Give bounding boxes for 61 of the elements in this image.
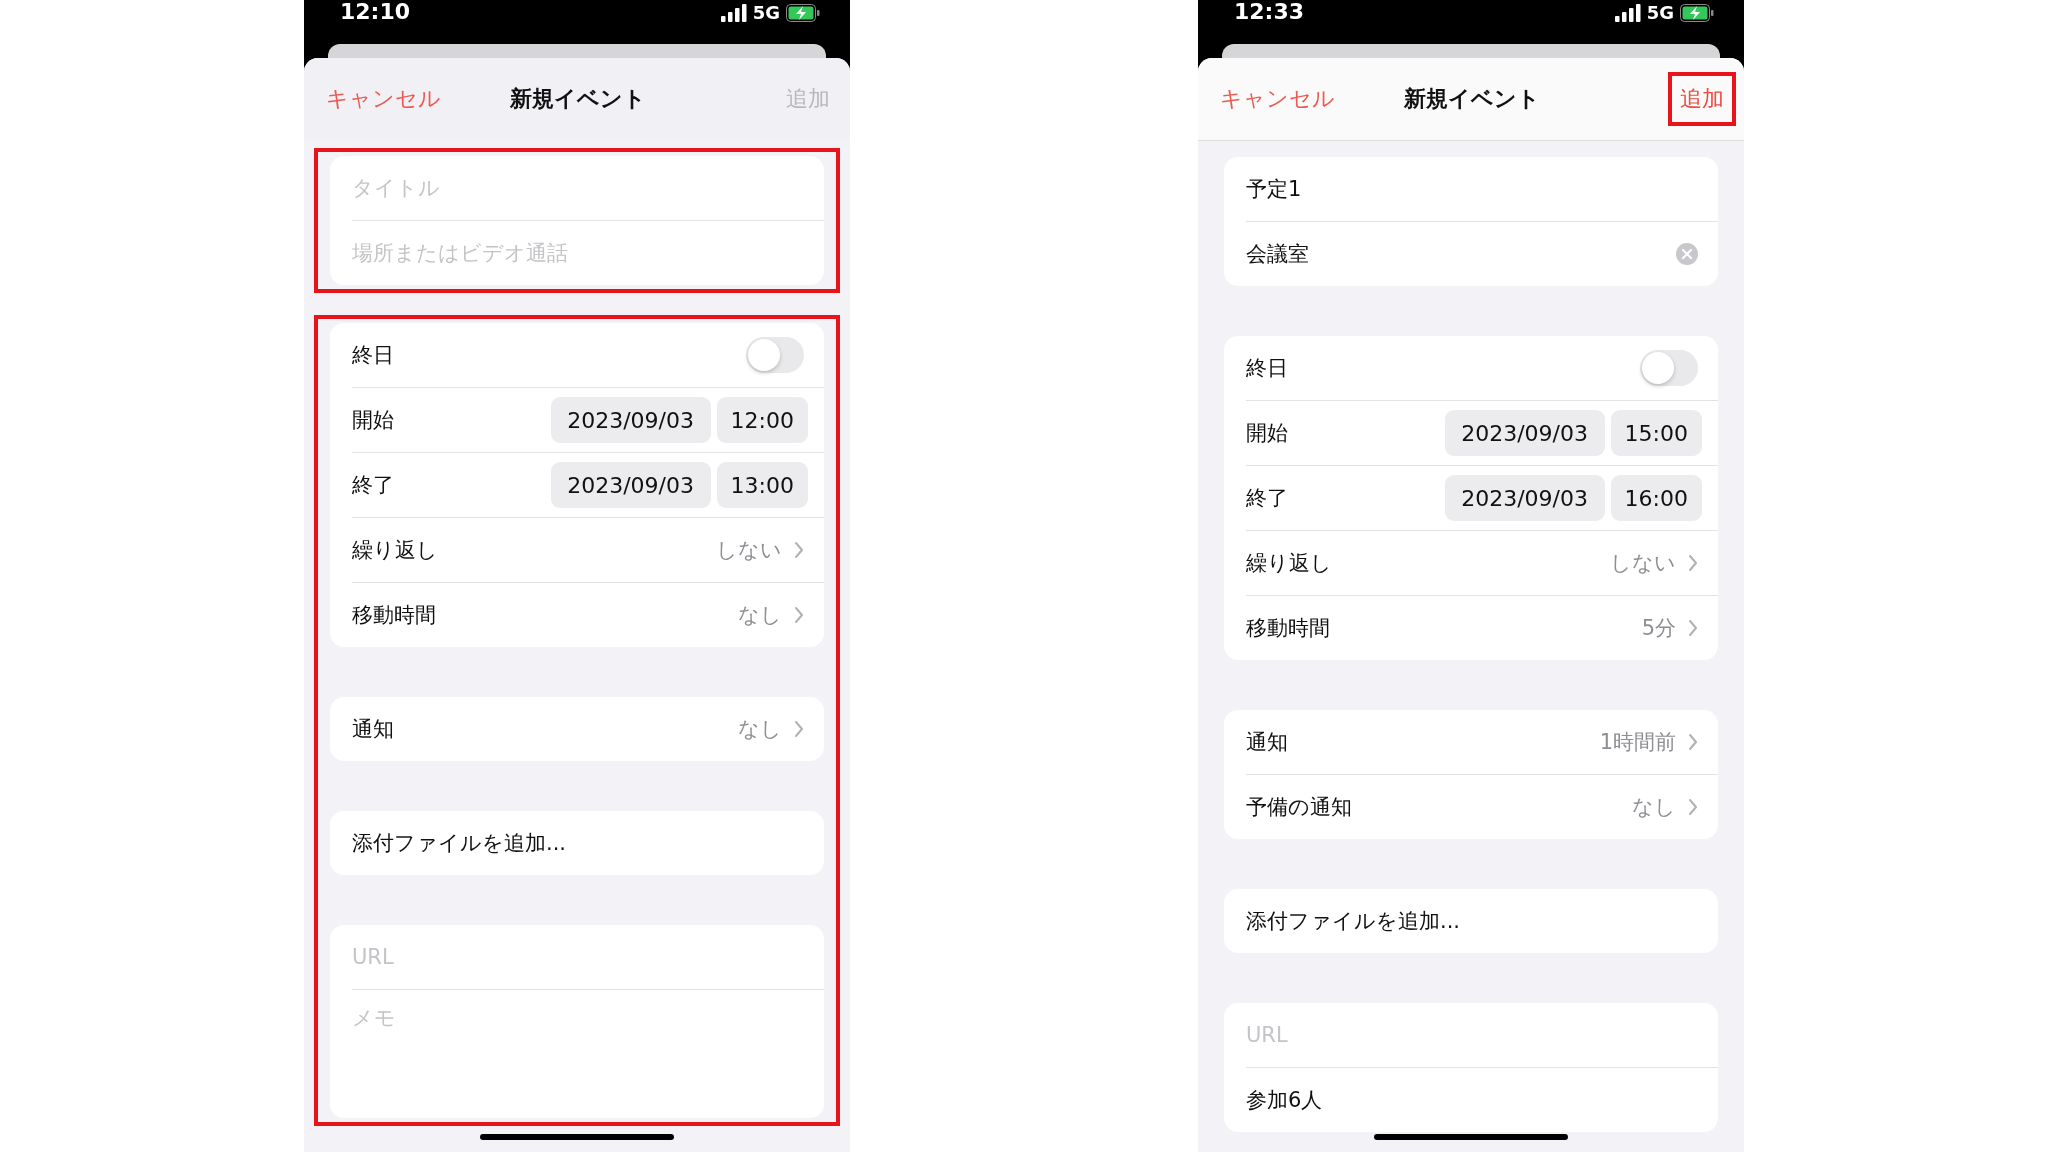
row-action[interactable]: 参加6人 bbox=[1246, 1086, 1323, 1114]
add-button[interactable]: 追加 bbox=[1668, 72, 1736, 126]
row-value[interactable]: 1時間前 bbox=[1599, 728, 1676, 756]
text-field[interactable]: 会議室 bbox=[1246, 221, 1718, 286]
row-value[interactable]: 5分 bbox=[1641, 614, 1676, 642]
battery-charging-icon bbox=[1680, 3, 1714, 22]
row-label: 移動時間 bbox=[1246, 615, 1330, 642]
text-field[interactable]: 場所またはビデオ通話 bbox=[352, 220, 824, 285]
row-label: 通知 bbox=[1246, 729, 1288, 756]
row-value[interactable]: しない bbox=[716, 536, 782, 564]
chevron-icon bbox=[1688, 619, 1698, 637]
text-field[interactable]: URL bbox=[1246, 1003, 1718, 1067]
date-button[interactable]: 2023/09/03 bbox=[1444, 475, 1605, 521]
row-label: 終日 bbox=[352, 342, 394, 369]
row-label: 移動時間 bbox=[352, 602, 436, 629]
notes-field[interactable]: メモ bbox=[352, 989, 824, 1118]
signal-icon bbox=[720, 3, 747, 22]
battery-charging-icon bbox=[786, 3, 820, 22]
cancel-button[interactable]: キャンセル bbox=[1220, 84, 1335, 114]
chevron-icon bbox=[1688, 798, 1698, 816]
row-label: 開始 bbox=[1246, 420, 1288, 447]
row-label: 予備の通知 bbox=[1246, 794, 1352, 821]
row-label: 開始 bbox=[352, 407, 394, 434]
row-label: 繰り返し bbox=[1246, 550, 1332, 577]
chevron-icon bbox=[794, 720, 804, 738]
time-button[interactable]: 16:00 bbox=[1610, 475, 1702, 521]
network-label: 5G bbox=[1646, 2, 1674, 23]
row-label: 終了 bbox=[352, 472, 394, 499]
row-label: 終了 bbox=[1246, 485, 1288, 512]
row-label: 通知 bbox=[352, 716, 394, 743]
toggle-switch[interactable] bbox=[746, 337, 804, 373]
chevron-icon bbox=[1688, 554, 1698, 572]
network-label: 5G bbox=[752, 2, 780, 23]
row-value[interactable]: なし bbox=[738, 715, 782, 743]
date-button[interactable]: 2023/09/03 bbox=[550, 397, 711, 443]
chevron-icon bbox=[794, 541, 804, 559]
row-label: 終日 bbox=[1246, 355, 1288, 382]
text-field[interactable]: タイトル bbox=[352, 156, 824, 220]
signal-icon bbox=[1614, 3, 1641, 22]
row-label: 繰り返し bbox=[352, 537, 438, 564]
clear-icon[interactable] bbox=[1676, 243, 1698, 265]
row-action[interactable]: 添付ファイルを追加... bbox=[352, 829, 567, 857]
row-value[interactable]: なし bbox=[1632, 793, 1676, 821]
chevron-icon bbox=[794, 606, 804, 624]
text-field[interactable]: URL bbox=[352, 925, 824, 989]
time-button[interactable]: 15:00 bbox=[1610, 410, 1702, 456]
sheet-title: 新規イベント bbox=[510, 85, 646, 113]
cancel-button[interactable]: キャンセル bbox=[326, 84, 441, 114]
row-action[interactable]: 添付ファイルを追加... bbox=[1246, 907, 1461, 935]
time-button[interactable]: 13:00 bbox=[716, 462, 808, 508]
text-field[interactable]: 予定1 bbox=[1246, 157, 1718, 221]
chevron-icon bbox=[1688, 733, 1698, 751]
status-time: 12:10 bbox=[340, 0, 411, 24]
row-value[interactable]: なし bbox=[738, 601, 782, 629]
date-button[interactable]: 2023/09/03 bbox=[1444, 410, 1605, 456]
status-time: 12:33 bbox=[1234, 0, 1305, 24]
sheet-title: 新規イベント bbox=[1404, 85, 1540, 113]
time-button[interactable]: 12:00 bbox=[716, 397, 808, 443]
date-button[interactable]: 2023/09/03 bbox=[550, 462, 711, 508]
toggle-switch[interactable] bbox=[1640, 350, 1698, 386]
row-value[interactable]: しない bbox=[1610, 549, 1676, 577]
